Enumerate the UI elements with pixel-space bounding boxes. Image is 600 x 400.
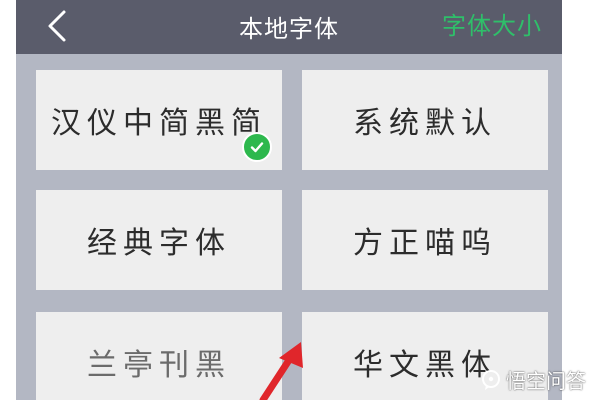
top-bar: 本地字体 字体大小 [16, 0, 562, 54]
font-tile-label: 汉仪中简黑简 [51, 106, 267, 141]
font-tile-hanyi[interactable]: 汉仪中简黑简 [36, 70, 282, 170]
font-tile-system-default[interactable]: 系统默认 [302, 70, 548, 170]
font-tile-label: 方正喵呜 [353, 226, 497, 261]
phone-screen: 本地字体 字体大小 汉仪中简黑简 系统默认 经典字体 方正喵呜 兰亭刊黑 华文黑… [16, 0, 562, 400]
font-tile-fangzheng-miaowu[interactable]: 方正喵呜 [302, 190, 548, 290]
watermark: 悟空问答 [480, 365, 586, 394]
font-tile-label: 兰亭刊黑 [87, 348, 231, 383]
watermark-text: 悟空问答 [506, 369, 586, 393]
font-tile-label: 经典字体 [87, 226, 231, 261]
font-size-button[interactable]: 字体大小 [442, 6, 542, 41]
check-circle-icon [242, 132, 272, 162]
font-grid: 汉仪中简黑简 系统默认 经典字体 方正喵呜 兰亭刊黑 华文黑体 [16, 54, 562, 400]
font-tile-label: 系统默认 [353, 106, 497, 141]
font-tile-lanting-kanhei[interactable]: 兰亭刊黑 [36, 312, 282, 400]
speech-bubble-icon [482, 369, 500, 390]
font-tile-classic[interactable]: 经典字体 [36, 190, 282, 290]
font-tile-label: 华文黑体 [353, 348, 497, 383]
